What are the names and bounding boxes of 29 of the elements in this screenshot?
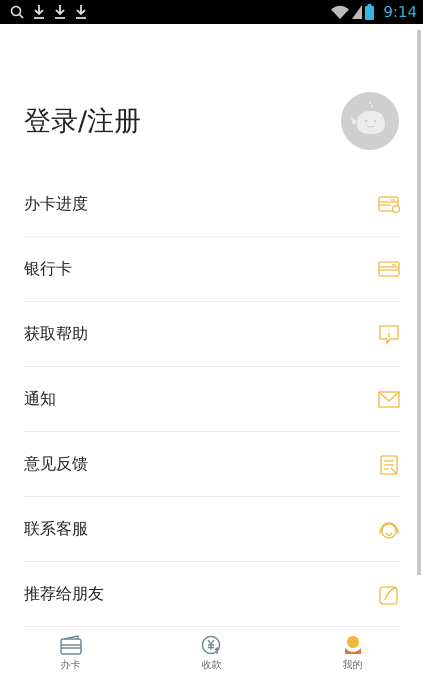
yen-coin-icon	[200, 634, 222, 654]
tab[interactable]: 我的	[282, 629, 423, 677]
status-time: 9:14	[383, 3, 417, 21]
signal-icon	[352, 5, 362, 19]
info-bubble-icon	[378, 324, 400, 344]
card-icon	[378, 258, 400, 280]
notepad-pen-icon	[378, 454, 400, 474]
battery-icon	[365, 4, 374, 20]
scrollbar[interactable]	[417, 30, 421, 575]
tab[interactable]: 办卡	[0, 629, 141, 677]
card-icon	[60, 634, 82, 654]
menu-item[interactable]: 联系客服	[24, 497, 400, 562]
download-icon	[33, 4, 45, 20]
login-register-link[interactable]: 登录/注册	[24, 103, 142, 139]
search-icon	[10, 5, 24, 19]
download-icon	[54, 4, 66, 20]
menu-item[interactable]: 获取帮助	[24, 302, 400, 367]
menu-item[interactable]: 办卡进度	[24, 172, 400, 237]
envelope-icon	[378, 388, 400, 410]
download-icon	[75, 4, 87, 20]
menu-item[interactable]: 意见反馈	[24, 432, 400, 497]
card-clock-icon	[378, 194, 400, 214]
menu-item[interactable]: 推荐给朋友	[24, 562, 400, 627]
avatar-icon[interactable]	[341, 92, 399, 150]
share-edit-icon	[378, 584, 400, 604]
menu-item[interactable]: 通知	[24, 367, 400, 432]
menu-item[interactable]: 银行卡	[24, 237, 400, 302]
wifi-icon	[331, 5, 350, 19]
tab[interactable]: 收款	[141, 629, 282, 677]
